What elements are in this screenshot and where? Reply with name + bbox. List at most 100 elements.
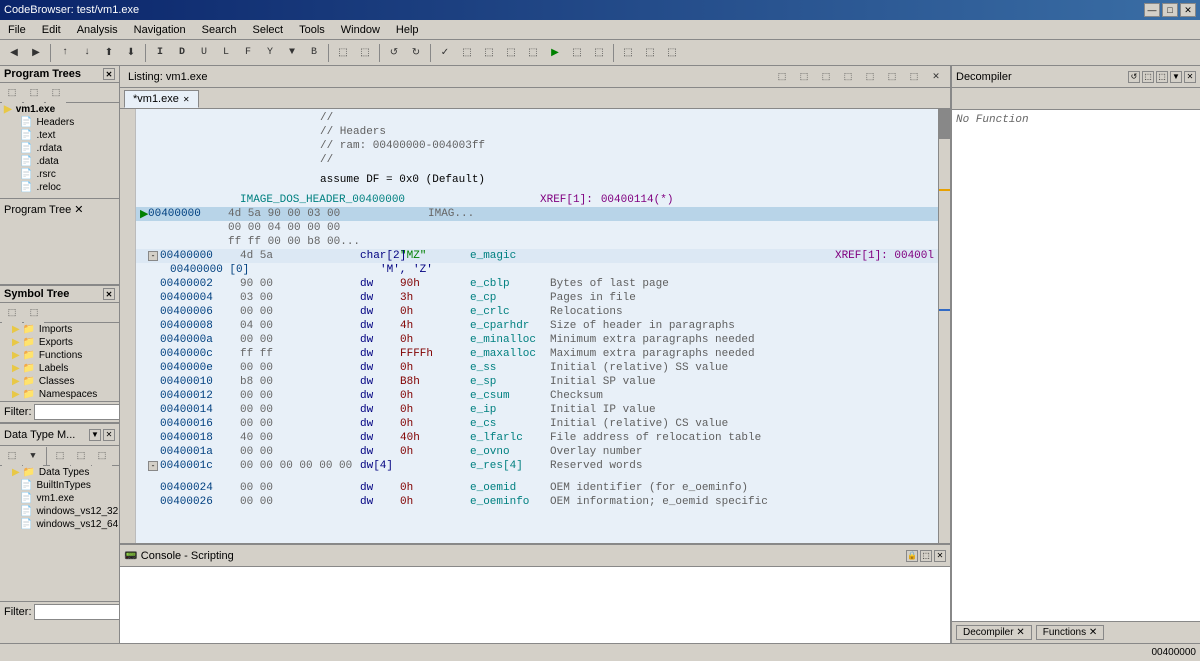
toolbar-btn-8[interactable]: L bbox=[216, 43, 236, 63]
toolbar-btn-10[interactable]: Y bbox=[260, 43, 280, 63]
asm-row-0040000c[interactable]: 0040000c ff ff dw FFFFh e_maxalloc Maxim… bbox=[136, 347, 938, 361]
toolbar-btn-16[interactable]: ↻ bbox=[406, 43, 426, 63]
toolbar-btn-26[interactable]: ⬚ bbox=[640, 43, 660, 63]
back-button[interactable]: ◀ bbox=[4, 43, 24, 63]
toolbar-btn-1[interactable]: ↑ bbox=[55, 43, 75, 63]
menu-navigation[interactable]: Navigation bbox=[126, 22, 194, 38]
listing-btn-3[interactable]: ⬚ bbox=[816, 67, 836, 87]
menu-window[interactable]: Window bbox=[333, 22, 388, 38]
toolbar-btn-6[interactable]: D bbox=[172, 43, 192, 63]
dt-item-builtin[interactable]: 📄 BuiltInTypes bbox=[0, 479, 119, 492]
tree-item-rdata[interactable]: 📄 .rdata bbox=[0, 142, 119, 155]
symbol-tree-close[interactable]: ✕ bbox=[103, 288, 115, 300]
asm-row-magic[interactable]: - 00400000 4d 5a char[2] "MZ" e_magic XR… bbox=[136, 249, 938, 263]
menu-search[interactable]: Search bbox=[194, 22, 245, 38]
sym-item-imports[interactable]: ▶ 📁 Imports bbox=[0, 323, 119, 336]
toolbar-btn-23[interactable]: ⬚ bbox=[567, 43, 587, 63]
tree-item-rsrc[interactable]: 📄 .rsrc bbox=[0, 168, 119, 181]
tree-root[interactable]: ▶ vm1.exe bbox=[0, 103, 119, 116]
minimize-button[interactable]: — bbox=[1144, 3, 1160, 17]
sym-item-exports[interactable]: ▶ 📁 Exports bbox=[0, 336, 119, 349]
decompiler-btn-2[interactable]: ⬚ bbox=[1142, 71, 1154, 83]
sym-item-namespaces[interactable]: ▶ 📁 Namespaces bbox=[0, 388, 119, 401]
scrollbar-thumb[interactable] bbox=[939, 109, 950, 139]
sym-item-functions[interactable]: ▶ 📁 Functions bbox=[0, 349, 119, 362]
tree-toolbar-btn-1[interactable]: ⬚ bbox=[2, 83, 22, 103]
forward-button[interactable]: ▶ bbox=[26, 43, 46, 63]
console-close[interactable]: ✕ bbox=[934, 550, 946, 562]
toolbar-btn-12[interactable]: B bbox=[304, 43, 324, 63]
tree-toolbar-btn-3[interactable]: ⬚ bbox=[46, 83, 66, 103]
collapse-btn-2[interactable]: - bbox=[148, 461, 158, 471]
toolbar-btn-19[interactable]: ⬚ bbox=[479, 43, 499, 63]
toolbar-btn-25[interactable]: ⬚ bbox=[618, 43, 638, 63]
listing-btn-5[interactable]: ⬚ bbox=[860, 67, 880, 87]
console-btn-2[interactable]: ⬚ bbox=[920, 550, 932, 562]
asm-row-00400024[interactable]: 00400024 00 00 dw 0h e_oemid OEM identif… bbox=[136, 481, 938, 495]
asm-row-00400014[interactable]: 00400014 00 00 dw 0h e_ip Initial IP val… bbox=[136, 403, 938, 417]
decompiler-tab-decompiler[interactable]: Decompiler ✕ bbox=[956, 625, 1032, 640]
listing-btn-6[interactable]: ⬚ bbox=[882, 67, 902, 87]
toolbar-btn-2[interactable]: ↓ bbox=[77, 43, 97, 63]
listing-close[interactable]: ✕ bbox=[926, 67, 946, 87]
asm-row-0040000a[interactable]: 0040000a 00 00 dw 0h e_minalloc Minimum … bbox=[136, 333, 938, 347]
listing-btn-4[interactable]: ⬚ bbox=[838, 67, 858, 87]
decompiler-btn-1[interactable]: ↺ bbox=[1128, 71, 1140, 83]
listing-content[interactable]: // // Headers // ram: 00400000-004003ff … bbox=[136, 109, 938, 543]
toolbar-btn-14[interactable]: ⬚ bbox=[355, 43, 375, 63]
data-type-close[interactable]: ✕ bbox=[103, 429, 115, 441]
menu-help[interactable]: Help bbox=[388, 22, 427, 38]
listing-btn-2[interactable]: ⬚ bbox=[794, 67, 814, 87]
asm-row-00400018[interactable]: 00400018 40 00 dw 40h e_lfarlc File addr… bbox=[136, 431, 938, 445]
tree-item-headers[interactable]: 📄 Headers bbox=[0, 116, 119, 129]
dt-btn-3[interactable]: ⬚ bbox=[50, 446, 70, 466]
dt-filter-input[interactable] bbox=[34, 604, 120, 620]
decompiler-dropdown[interactable]: ▼ bbox=[1170, 71, 1182, 83]
console-content[interactable] bbox=[120, 567, 950, 643]
toolbar-btn-7[interactable]: U bbox=[194, 43, 214, 63]
dt-btn-4[interactable]: ⬚ bbox=[71, 446, 91, 466]
listing-btn-7[interactable]: ⬚ bbox=[904, 67, 924, 87]
toolbar-btn-21[interactable]: ⬚ bbox=[523, 43, 543, 63]
tree-toolbar-btn-2[interactable]: ⬚ bbox=[24, 83, 44, 103]
sym-item-classes[interactable]: ▶ 📁 Classes bbox=[0, 375, 119, 388]
toolbar-btn-9[interactable]: F bbox=[238, 43, 258, 63]
dt-item-vm1[interactable]: 📄 vm1.exe bbox=[0, 492, 119, 505]
decompiler-btn-3[interactable]: ⬚ bbox=[1156, 71, 1168, 83]
asm-row-00400006[interactable]: 00400006 00 00 dw 0h e_crlc Relocations bbox=[136, 305, 938, 319]
asm-row-00400012[interactable]: 00400012 00 00 dw 0h e_csum Checksum bbox=[136, 389, 938, 403]
listing-tab-vm1[interactable]: *vm1.exe ✕ bbox=[124, 90, 199, 108]
menu-edit[interactable]: Edit bbox=[34, 22, 69, 38]
sym-toolbar-btn-1[interactable]: ⬚ bbox=[2, 303, 22, 323]
menu-analysis[interactable]: Analysis bbox=[69, 22, 126, 38]
toolbar-btn-24[interactable]: ⬚ bbox=[589, 43, 609, 63]
asm-row-00400008[interactable]: 00400008 04 00 dw 4h e_cparhdr Size of h… bbox=[136, 319, 938, 333]
listing-scrollbar[interactable] bbox=[938, 109, 950, 543]
toolbar-btn-18[interactable]: ⬚ bbox=[457, 43, 477, 63]
asm-row-00400004[interactable]: 00400004 03 00 dw 3h e_cp Pages in file bbox=[136, 291, 938, 305]
sym-item-labels[interactable]: ▶ 📁 Labels bbox=[0, 362, 119, 375]
menu-select[interactable]: Select bbox=[245, 22, 292, 38]
asm-row-00400000[interactable]: ▶ 00400000 4d 5a 90 00 03 00 IMAG... bbox=[136, 207, 938, 221]
asm-row-0040001c[interactable]: - 0040001c 00 00 00 00 00 00 dw[4] e_res… bbox=[136, 459, 938, 473]
menu-file[interactable]: File bbox=[0, 22, 34, 38]
asm-row-00400010[interactable]: 00400010 b8 00 dw B8h e_sp Initial SP va… bbox=[136, 375, 938, 389]
dt-btn-1[interactable]: ⬚ bbox=[2, 446, 22, 466]
tree-item-text[interactable]: 📄 .text bbox=[0, 129, 119, 142]
asm-row-0040001a[interactable]: 0040001a 00 00 dw 0h e_ovno Overlay numb… bbox=[136, 445, 938, 459]
toolbar-btn-15[interactable]: ↺ bbox=[384, 43, 404, 63]
toolbar-btn-11[interactable]: ▼ bbox=[282, 43, 302, 63]
console-lock[interactable]: 🔒 bbox=[906, 550, 918, 562]
data-type-dropdown[interactable]: ▼ bbox=[89, 429, 101, 441]
decompiler-close[interactable]: ✕ bbox=[1184, 71, 1196, 83]
symbol-filter-input[interactable] bbox=[34, 404, 120, 420]
toolbar-btn-5[interactable]: I bbox=[150, 43, 170, 63]
asm-row-00400026[interactable]: 00400026 00 00 dw 0h e_oeminfo OEM infor… bbox=[136, 495, 938, 509]
collapse-btn-1[interactable]: - bbox=[148, 251, 158, 261]
toolbar-btn-22[interactable]: ▶ bbox=[545, 43, 565, 63]
decompiler-tab-functions[interactable]: Functions ✕ bbox=[1036, 625, 1105, 640]
asm-row-0040000e[interactable]: 0040000e 00 00 dw 0h e_ss Initial (relat… bbox=[136, 361, 938, 375]
toolbar-btn-17[interactable]: ✓ bbox=[435, 43, 455, 63]
toolbar-btn-4[interactable]: ⬇ bbox=[121, 43, 141, 63]
listing-tab-close[interactable]: ✕ bbox=[183, 95, 190, 104]
